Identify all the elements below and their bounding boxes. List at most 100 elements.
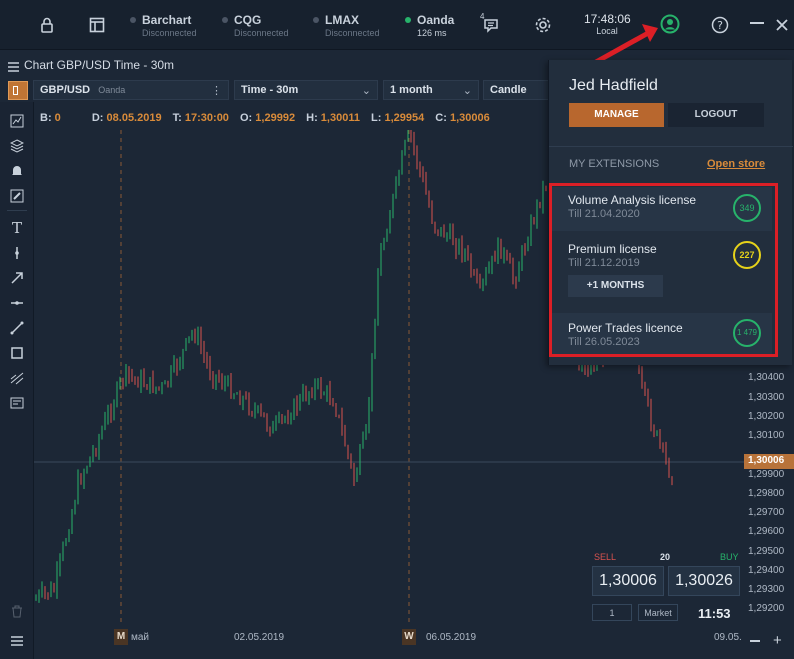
quantity-input[interactable]: 1: [592, 604, 632, 621]
chart-style-select[interactable]: Candle: [483, 80, 548, 100]
fibonacci-icon[interactable]: [8, 369, 26, 387]
connection-name: LMAX: [325, 13, 359, 27]
help-icon[interactable]: ?: [709, 14, 731, 36]
connection-status: Disconnected: [325, 28, 380, 38]
list-menu-icon[interactable]: [8, 632, 26, 650]
connection-cqg[interactable]: CQG Disconnected: [222, 13, 289, 38]
week-marker: W: [402, 629, 416, 645]
order-type-select[interactable]: Market: [638, 604, 678, 621]
top-bar: Barchart Disconnected CQG Disconnected L…: [0, 0, 794, 50]
connection-status: Disconnected: [142, 28, 197, 38]
trade-time: 11:53: [698, 606, 731, 621]
vertical-line-icon[interactable]: [8, 244, 26, 262]
connection-name: Oanda: [417, 13, 455, 27]
t-label: T:: [172, 112, 182, 124]
connection-status: Disconnected: [234, 28, 289, 38]
chart-header: Chart GBP/USD Time - 30m: [0, 52, 548, 78]
user-icon[interactable]: [659, 13, 681, 35]
status-dot: [222, 17, 228, 23]
close-icon[interactable]: [771, 14, 793, 36]
price-label: 1,29500: [748, 546, 785, 557]
chart-panel-toggle-icon[interactable]: [8, 81, 28, 100]
lock-icon[interactable]: [36, 14, 58, 36]
l-label: L:: [371, 112, 382, 124]
chevron-down-icon: ⌄: [361, 85, 371, 97]
open-store-link[interactable]: Open store: [707, 158, 765, 170]
month-marker: M: [114, 629, 128, 645]
price-label: 1,30300: [748, 392, 785, 403]
status-dot: [313, 17, 319, 23]
h-value: 1,30011: [320, 112, 360, 124]
time-label: 02.05.2019: [234, 632, 285, 643]
trend-line-icon[interactable]: [8, 319, 26, 337]
text-tool-icon[interactable]: T: [8, 219, 26, 237]
layers-icon[interactable]: [8, 137, 26, 155]
arrow-tool-icon[interactable]: [8, 269, 26, 287]
b-value: 0: [54, 112, 61, 124]
drawing-toolbar: T: [0, 102, 34, 659]
price-label: 1,29300: [748, 584, 785, 595]
status-dot: [405, 17, 411, 23]
logout-button[interactable]: LOGOUT: [668, 103, 764, 127]
price-label: 1,29200: [748, 603, 785, 614]
user-name: Jed Hadfield: [569, 77, 658, 94]
highlight-box: [549, 183, 778, 357]
o-value: 1,29992: [255, 112, 296, 124]
chart-toolbar: GBP/USD Oanda ⋮ Time - 30m ⌄ 1 month ⌄ C…: [0, 78, 548, 102]
alert-bell-icon[interactable]: [8, 162, 26, 180]
time-axis[interactable]: M май 02.05.2019 W 06.05.2019 09.05.: [34, 628, 744, 648]
d-value: 08.05.2019: [106, 112, 162, 124]
workspace-icon[interactable]: [86, 14, 108, 36]
minimize-button[interactable]: [750, 22, 764, 24]
timeframe-value: Time - 30m: [241, 84, 299, 96]
buy-label: BUY: [720, 552, 739, 562]
b-label: B:: [40, 112, 52, 124]
current-price-badge: 1,30006: [744, 454, 794, 469]
h-label: H:: [306, 112, 318, 124]
price-label: 1,29800: [748, 488, 785, 499]
connection-name: CQG: [234, 13, 262, 27]
connection-oanda[interactable]: Oanda 126 ms: [405, 13, 454, 38]
c-label: C:: [435, 112, 447, 124]
indicators-icon[interactable]: [8, 112, 26, 130]
connection-barchart[interactable]: Barchart Disconnected: [130, 13, 197, 38]
zoom-out-icon[interactable]: [750, 640, 760, 642]
status-dot: [130, 17, 136, 23]
sell-price-button[interactable]: 1,30006: [592, 566, 664, 596]
buy-price-button[interactable]: 1,30026: [668, 566, 740, 596]
c-value: 1,30006: [449, 112, 490, 124]
menu-icon[interactable]: [8, 59, 19, 77]
timeframe-select[interactable]: Time - 30m ⌄: [234, 80, 378, 100]
ohlc-info: B: 0 D: 08.05.2019 T: 17:30:00 O: 1,2999…: [40, 112, 490, 124]
symbol-source: Oanda: [98, 85, 126, 95]
price-label: 1,30400: [748, 372, 785, 383]
messages-icon[interactable]: 4: [480, 12, 502, 36]
chart-title: Chart GBP/USD Time - 30m: [24, 58, 175, 72]
price-label: 1,29400: [748, 565, 785, 576]
time-label: 06.05.2019: [426, 632, 477, 643]
extensions-heading: MY EXTENSIONS: [569, 158, 660, 170]
l-value: 1,29954: [384, 112, 425, 124]
symbol-name: GBP/USD: [40, 84, 91, 96]
price-label: 1,29700: [748, 507, 785, 518]
trash-icon[interactable]: [8, 602, 26, 620]
gear-icon[interactable]: [532, 14, 554, 36]
template-icon[interactable]: [8, 394, 26, 412]
range-select[interactable]: 1 month ⌄: [383, 80, 479, 100]
time-label: май: [131, 632, 150, 643]
more-vertical-icon[interactable]: ⋮: [211, 84, 222, 97]
manage-button[interactable]: MANAGE: [569, 103, 664, 127]
price-label: 1,30100: [748, 430, 785, 441]
horizontal-line-icon[interactable]: [8, 294, 26, 312]
price-label: 1,29900: [748, 469, 785, 480]
d-label: D:: [91, 112, 104, 124]
symbol-selector[interactable]: GBP/USD Oanda ⋮: [33, 80, 229, 100]
notification-count: 4: [480, 12, 485, 21]
zoom-in-icon[interactable]: +: [773, 633, 782, 648]
connection-lmax[interactable]: LMAX Disconnected: [313, 13, 380, 38]
trade-widget: SELL 20 BUY 1,30006 1,30026 1 Market 11:…: [588, 550, 744, 626]
sell-label: SELL: [594, 552, 617, 562]
pencil-icon[interactable]: [8, 187, 26, 205]
rectangle-tool-icon[interactable]: [8, 344, 26, 362]
price-label: 1,30200: [748, 411, 785, 422]
